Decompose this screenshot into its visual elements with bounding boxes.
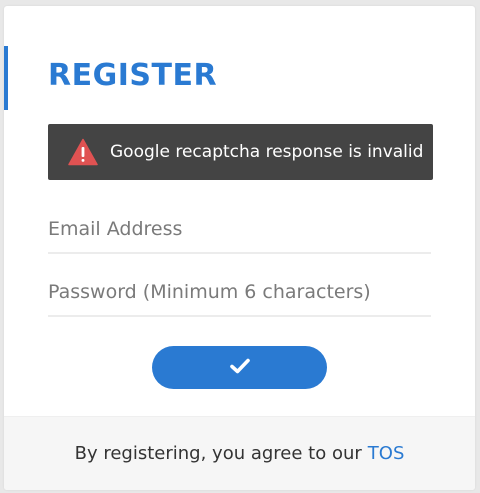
terms-text: By registering, you agree to our: [74, 443, 362, 464]
error-alert: Google recaptcha response is invalid: [48, 124, 433, 180]
email-field[interactable]: [48, 206, 431, 254]
register-card: REGISTER Google recaptcha response is in…: [4, 6, 475, 490]
password-field[interactable]: [48, 269, 431, 317]
terms-footer: By registering, you agree to our TOS: [4, 416, 475, 490]
page-title: REGISTER: [48, 58, 218, 93]
warning-triangle-icon: [68, 138, 98, 166]
register-submit-button[interactable]: [152, 346, 327, 389]
checkmark-icon: [229, 358, 250, 377]
error-alert-message: Google recaptcha response is invalid: [110, 142, 424, 162]
tos-link[interactable]: TOS: [368, 443, 405, 464]
title-accent-bar: [4, 46, 8, 110]
